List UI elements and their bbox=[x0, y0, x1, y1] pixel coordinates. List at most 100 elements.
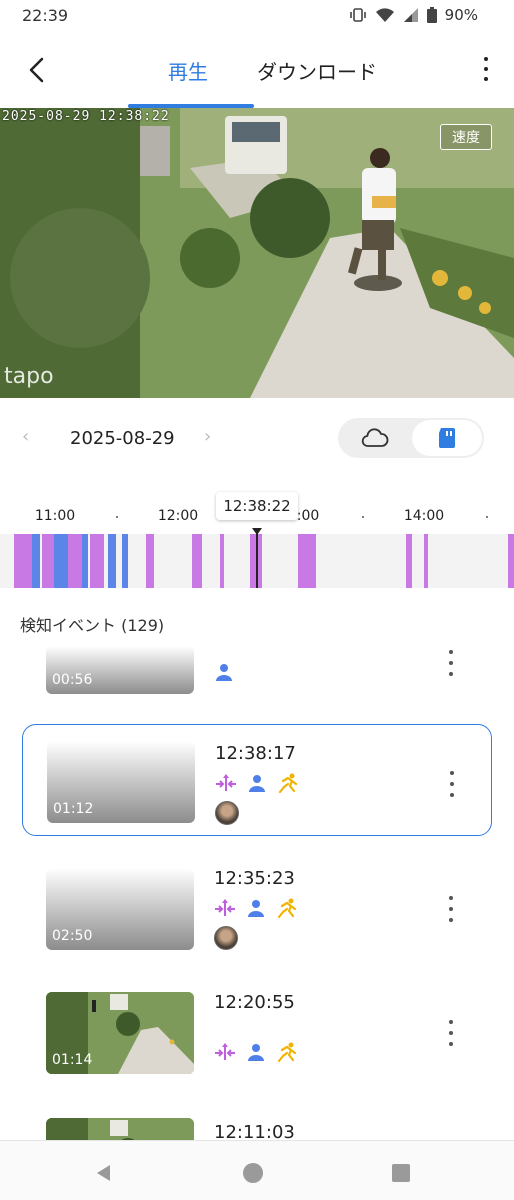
tick-label: 12:00 bbox=[157, 508, 199, 524]
event-thumbnail[interactable]: 01:14 bbox=[46, 992, 194, 1074]
more-dot bbox=[484, 67, 488, 71]
event-menu-button[interactable] bbox=[446, 1020, 456, 1046]
video-frame bbox=[0, 108, 514, 398]
speed-button[interactable]: 速度 bbox=[440, 124, 492, 150]
event-icons bbox=[214, 898, 298, 918]
motion-icon bbox=[276, 1042, 298, 1062]
event-thumbnail[interactable]: 00:56 bbox=[46, 646, 194, 694]
header: 再生 ダウンロード bbox=[0, 40, 514, 108]
motion-icon bbox=[276, 898, 298, 918]
menu-dot bbox=[450, 782, 454, 786]
sd-card-icon bbox=[439, 428, 455, 448]
tick-label: :00 bbox=[296, 508, 320, 524]
nav-back-button[interactable] bbox=[92, 1161, 116, 1185]
battery-percent: 90% bbox=[444, 6, 478, 24]
recording-segment bbox=[108, 534, 116, 588]
event-time: 12:11:03 bbox=[214, 1122, 295, 1140]
event-icons bbox=[215, 773, 299, 793]
person-icon bbox=[214, 662, 234, 682]
nav-recents-button[interactable] bbox=[389, 1161, 413, 1185]
tick-label: 14:00 bbox=[403, 508, 445, 524]
menu-dot bbox=[449, 661, 453, 665]
recording-segment bbox=[54, 534, 68, 588]
recording-segment bbox=[146, 534, 154, 588]
person-icon bbox=[246, 1042, 266, 1062]
tick-dot bbox=[362, 516, 364, 518]
next-date-button[interactable]: › bbox=[204, 426, 211, 447]
menu-dot bbox=[449, 1020, 453, 1024]
recording-segment bbox=[82, 534, 88, 588]
event-icons bbox=[214, 1042, 298, 1062]
event-item[interactable]: 02:50 12:35:23 bbox=[22, 852, 492, 964]
tick-label: 11:00 bbox=[34, 508, 76, 524]
event-item[interactable]: 00:56 bbox=[22, 646, 492, 722]
recording-segment bbox=[42, 534, 54, 588]
cloud-storage-button[interactable] bbox=[338, 418, 411, 458]
menu-dot bbox=[449, 896, 453, 900]
person-icon bbox=[246, 898, 266, 918]
event-menu-button[interactable] bbox=[446, 650, 456, 676]
recording-segment bbox=[220, 534, 224, 588]
event-time: 12:38:17 bbox=[215, 743, 296, 764]
event-thumbnail-image bbox=[46, 1118, 194, 1140]
previous-date-button[interactable]: ‹ bbox=[22, 426, 29, 447]
event-item[interactable]: 12:11:03 bbox=[22, 1104, 492, 1140]
menu-dot bbox=[449, 1042, 453, 1046]
recording-segment bbox=[424, 534, 428, 588]
event-icons bbox=[214, 662, 234, 682]
recording-segment bbox=[406, 534, 412, 588]
more-dot bbox=[484, 77, 488, 81]
vibrate-icon bbox=[349, 7, 367, 23]
sd-card-button[interactable] bbox=[412, 420, 482, 456]
event-thumbnail[interactable] bbox=[46, 1118, 194, 1140]
more-dot bbox=[484, 57, 488, 61]
date-row: ‹ 2025-08-29 › bbox=[0, 412, 514, 464]
recording-segment bbox=[508, 534, 514, 588]
event-thumbnail[interactable]: 02:50 bbox=[46, 868, 194, 950]
back-button[interactable] bbox=[18, 52, 54, 88]
menu-dot bbox=[449, 907, 453, 911]
recording-segment bbox=[298, 534, 316, 588]
tick-dot bbox=[116, 516, 118, 518]
video-player[interactable]: 2025-08-29 12:38:22 速度 tapo bbox=[0, 108, 514, 398]
recording-segment bbox=[32, 534, 40, 588]
menu-dot bbox=[449, 672, 453, 676]
tab-playback[interactable]: 再生 bbox=[168, 56, 208, 85]
menu-dot bbox=[450, 793, 454, 797]
event-menu-button[interactable] bbox=[447, 771, 457, 797]
nav-home-button[interactable] bbox=[241, 1161, 265, 1185]
event-item-selected[interactable]: 01:12 12:38:17 bbox=[22, 724, 492, 836]
event-menu-button[interactable] bbox=[446, 896, 456, 922]
face-avatar bbox=[215, 801, 239, 825]
tapo-logo: tapo bbox=[4, 364, 54, 389]
signal-icon bbox=[403, 7, 419, 23]
date-selector[interactable]: 2025-08-29 bbox=[70, 428, 175, 449]
square-recents-icon bbox=[392, 1164, 410, 1182]
cloud-icon bbox=[361, 428, 388, 447]
status-time: 22:39 bbox=[22, 6, 69, 25]
triangle-back-icon bbox=[97, 1165, 110, 1181]
event-duration: 00:56 bbox=[52, 672, 93, 688]
line-crossing-icon bbox=[215, 773, 237, 793]
status-icons: 90% bbox=[349, 6, 478, 24]
events-title: 検知イベント (129) bbox=[20, 616, 165, 635]
event-item[interactable]: 01:14 12:20:55 bbox=[22, 978, 492, 1090]
tick-dot bbox=[486, 516, 488, 518]
timeline-cursor-time: 12:38:22 bbox=[216, 492, 298, 520]
line-crossing-icon bbox=[214, 898, 236, 918]
person-icon bbox=[247, 773, 267, 793]
event-time: 12:20:55 bbox=[214, 992, 295, 1013]
menu-dot bbox=[449, 1031, 453, 1035]
system-nav-bar bbox=[0, 1140, 514, 1200]
timeline-cursor-line[interactable] bbox=[256, 530, 258, 588]
chevron-left-icon bbox=[29, 57, 44, 83]
events-list[interactable]: 00:56 01:12 12:38:17 02:50 12:35:23 01:1… bbox=[0, 646, 514, 1140]
menu-dot bbox=[449, 918, 453, 922]
recording-segment bbox=[14, 534, 32, 588]
more-options-button[interactable] bbox=[480, 54, 492, 84]
circle-home-icon bbox=[243, 1163, 263, 1183]
timeline[interactable]: 11:00 12:00 :00 14:00 12:38:22 bbox=[0, 490, 514, 590]
tab-download[interactable]: ダウンロード bbox=[257, 56, 377, 85]
event-thumbnail[interactable]: 01:12 bbox=[47, 741, 195, 823]
status-bar: 22:39 90% bbox=[0, 0, 514, 32]
